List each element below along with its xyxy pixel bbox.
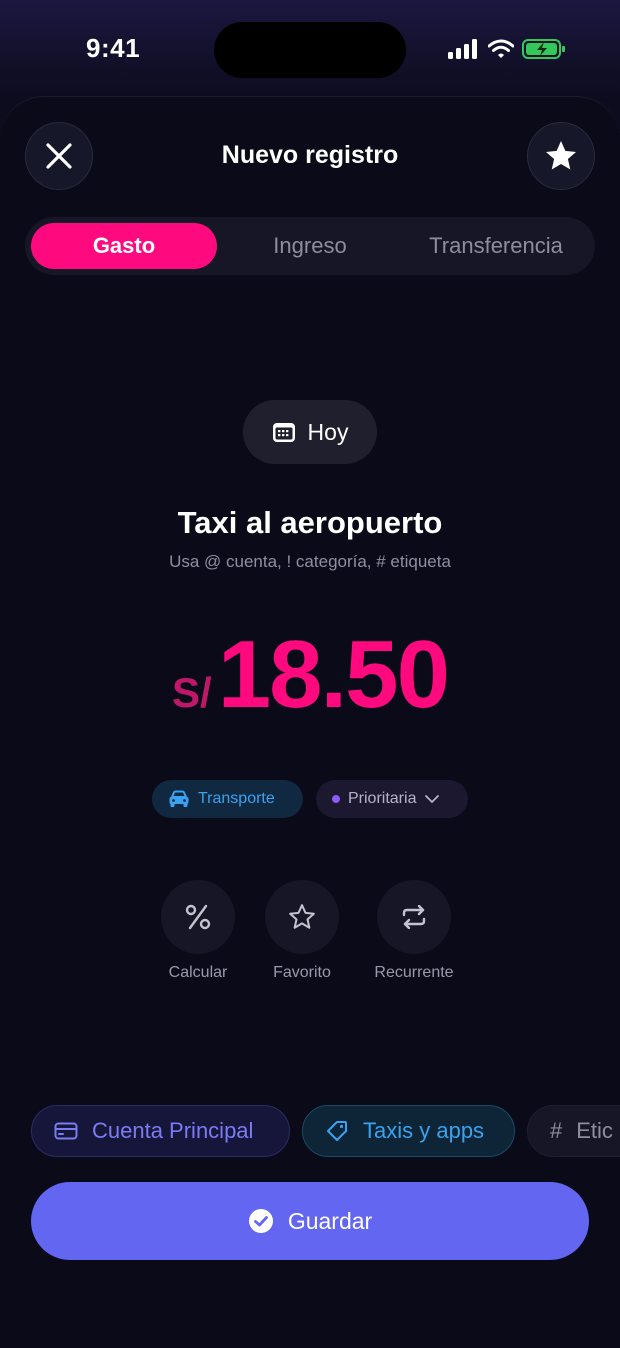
label-chip-text: Etic xyxy=(576,1118,613,1143)
check-circle-icon xyxy=(248,1209,273,1233)
star-outline-icon xyxy=(289,904,315,929)
calculate-action[interactable]: Calcular xyxy=(148,880,248,982)
wifi-icon xyxy=(488,39,514,58)
status-bar: 9:41 xyxy=(0,0,620,96)
status-icons xyxy=(448,38,566,60)
hash-icon: # xyxy=(550,1118,563,1143)
date-label: Hoy xyxy=(307,418,349,445)
battery-icon xyxy=(522,39,565,59)
account-chip[interactable]: Cuenta Principal xyxy=(31,1105,290,1157)
favorite-action[interactable]: Favorito xyxy=(252,880,352,982)
calendar-icon xyxy=(272,423,295,442)
tab-transferencia[interactable]: Transferencia xyxy=(403,223,589,269)
date-picker-button[interactable]: Hoy xyxy=(243,400,377,464)
currency-symbol: S/ xyxy=(172,669,212,716)
favorite-label: Favorito xyxy=(273,964,331,981)
save-label: Guardar xyxy=(287,1207,373,1234)
tab-gasto[interactable]: Gasto xyxy=(31,223,217,269)
amount-display[interactable]: S/ 18.50 xyxy=(0,615,620,725)
calculate-button[interactable] xyxy=(161,880,235,954)
repeat-icon xyxy=(402,905,426,929)
description-field[interactable]: Taxi al aeropuerto xyxy=(0,505,620,541)
recurring-button[interactable] xyxy=(377,880,451,954)
save-button[interactable]: Guardar xyxy=(31,1182,589,1260)
status-time: 9:41 xyxy=(86,33,141,63)
type-segmented-control: Gasto Ingreso Transferencia xyxy=(25,217,595,275)
category-label: Transporte xyxy=(198,790,275,807)
account-label: Cuenta Principal xyxy=(92,1118,254,1143)
percent-icon xyxy=(185,904,211,930)
subcategory-label: Taxis y apps xyxy=(363,1118,485,1143)
chevron-down-icon xyxy=(425,795,440,804)
calculate-label: Calcular xyxy=(168,964,228,981)
favorite-template-button[interactable] xyxy=(527,122,595,190)
subcategory-chip[interactable]: Taxis y apps xyxy=(302,1105,515,1157)
priority-label: Prioritaria xyxy=(348,790,417,807)
description-hint: Usa @ cuenta, ! categoría, # etiqueta xyxy=(169,552,451,571)
tab-ingreso[interactable]: Ingreso xyxy=(217,223,403,269)
dynamic-island xyxy=(214,22,406,78)
priority-dropdown[interactable]: Prioritaria xyxy=(316,780,468,818)
favorite-button[interactable] xyxy=(265,880,339,954)
app-screen: 9:41 Nuevo registro Gasto Ingreso Transf… xyxy=(0,0,620,1348)
amount-value: 18.50 xyxy=(217,621,450,728)
new-record-sheet: Nuevo registro Gasto Ingreso Transferenc… xyxy=(0,96,620,1348)
recurring-label: Recurrente xyxy=(374,964,454,981)
recurring-action[interactable]: Recurrente xyxy=(364,880,464,982)
signal-icon xyxy=(448,39,477,59)
priority-dot xyxy=(332,795,340,803)
category-chip[interactable]: Transporte xyxy=(152,780,303,818)
label-chip[interactable]: # Etic xyxy=(527,1105,620,1157)
car-icon xyxy=(169,790,189,807)
credit-card-icon xyxy=(54,1122,78,1140)
tag-icon xyxy=(327,1121,347,1141)
star-icon xyxy=(546,141,576,170)
